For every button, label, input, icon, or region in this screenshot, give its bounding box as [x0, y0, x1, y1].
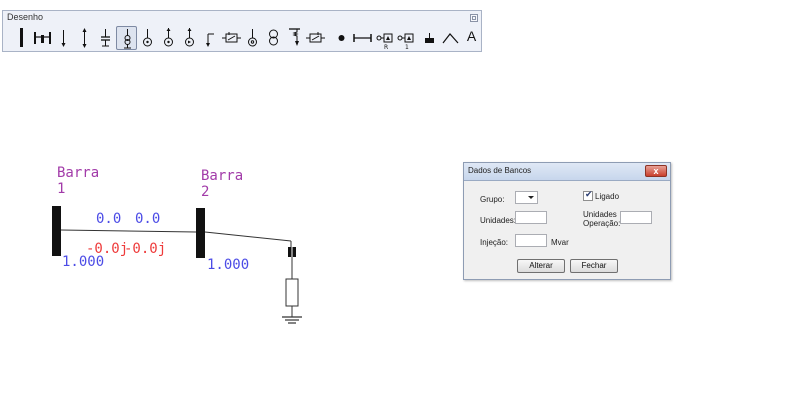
branch-to-capacitor-bank[interactable] — [204, 231, 292, 242]
line-flow-active: 0.0 — [96, 211, 122, 227]
bus-2-bar[interactable] — [196, 208, 205, 258]
unidades-operacao-label-line2: Operação: — [583, 219, 621, 228]
ligado-label: Ligado — [595, 192, 620, 201]
injecao-label: Injeção: — [480, 238, 509, 247]
injecao-input[interactable] — [515, 234, 547, 247]
bus-2-voltage: 1.000 — [207, 257, 250, 273]
ligado-checkbox[interactable]: ✔ — [583, 190, 593, 201]
bus-1-label[interactable]: Barra 1 — [57, 165, 99, 197]
capacitor-bank-dialog: Dados de Bancos x Grupo: ✔ Ligado Unidad… — [463, 162, 671, 280]
unidades-operacao-label: Unidades Operação: — [583, 210, 620, 228]
dialog-close-button[interactable]: x — [645, 165, 667, 177]
injecao-unit: Mvar — [551, 238, 569, 247]
transmission-line-1-2[interactable] — [60, 229, 197, 233]
line-flow-reactive: 0.0 — [135, 211, 161, 227]
fechar-button[interactable]: Fechar — [570, 259, 618, 273]
unidades-label: Unidades: — [480, 216, 517, 225]
unidades-operacao-label-line1: Unidades — [583, 210, 617, 219]
dialog-title: Dados de Bancos — [468, 166, 532, 175]
chevron-down-icon — [528, 196, 534, 199]
unidades-input[interactable] — [515, 211, 547, 224]
line-loss-reactive: -0.0j — [124, 241, 167, 257]
bus-2-label-number: 2 — [201, 184, 210, 200]
shunt-impedance-icon[interactable] — [285, 278, 299, 307]
bus-2-label[interactable]: Barra 2 — [201, 168, 243, 200]
bus-1-label-name: Barra — [57, 165, 100, 181]
bus-2-label-name: Barra — [201, 168, 244, 184]
one-line-diagram — [52, 206, 302, 324]
bus-1-label-number: 1 — [57, 181, 66, 197]
alterar-button[interactable]: Alterar — [517, 259, 565, 273]
grupo-select[interactable] — [515, 191, 538, 204]
bus-1-bar[interactable] — [52, 206, 61, 256]
grupo-label: Grupo: — [480, 195, 505, 204]
unidades-operacao-input[interactable] — [620, 211, 652, 224]
dialog-titlebar[interactable]: Dados de Bancos x — [464, 163, 670, 181]
checkmark-icon: ✔ — [585, 190, 593, 200]
bus-1-voltage: 1.000 — [62, 254, 105, 270]
